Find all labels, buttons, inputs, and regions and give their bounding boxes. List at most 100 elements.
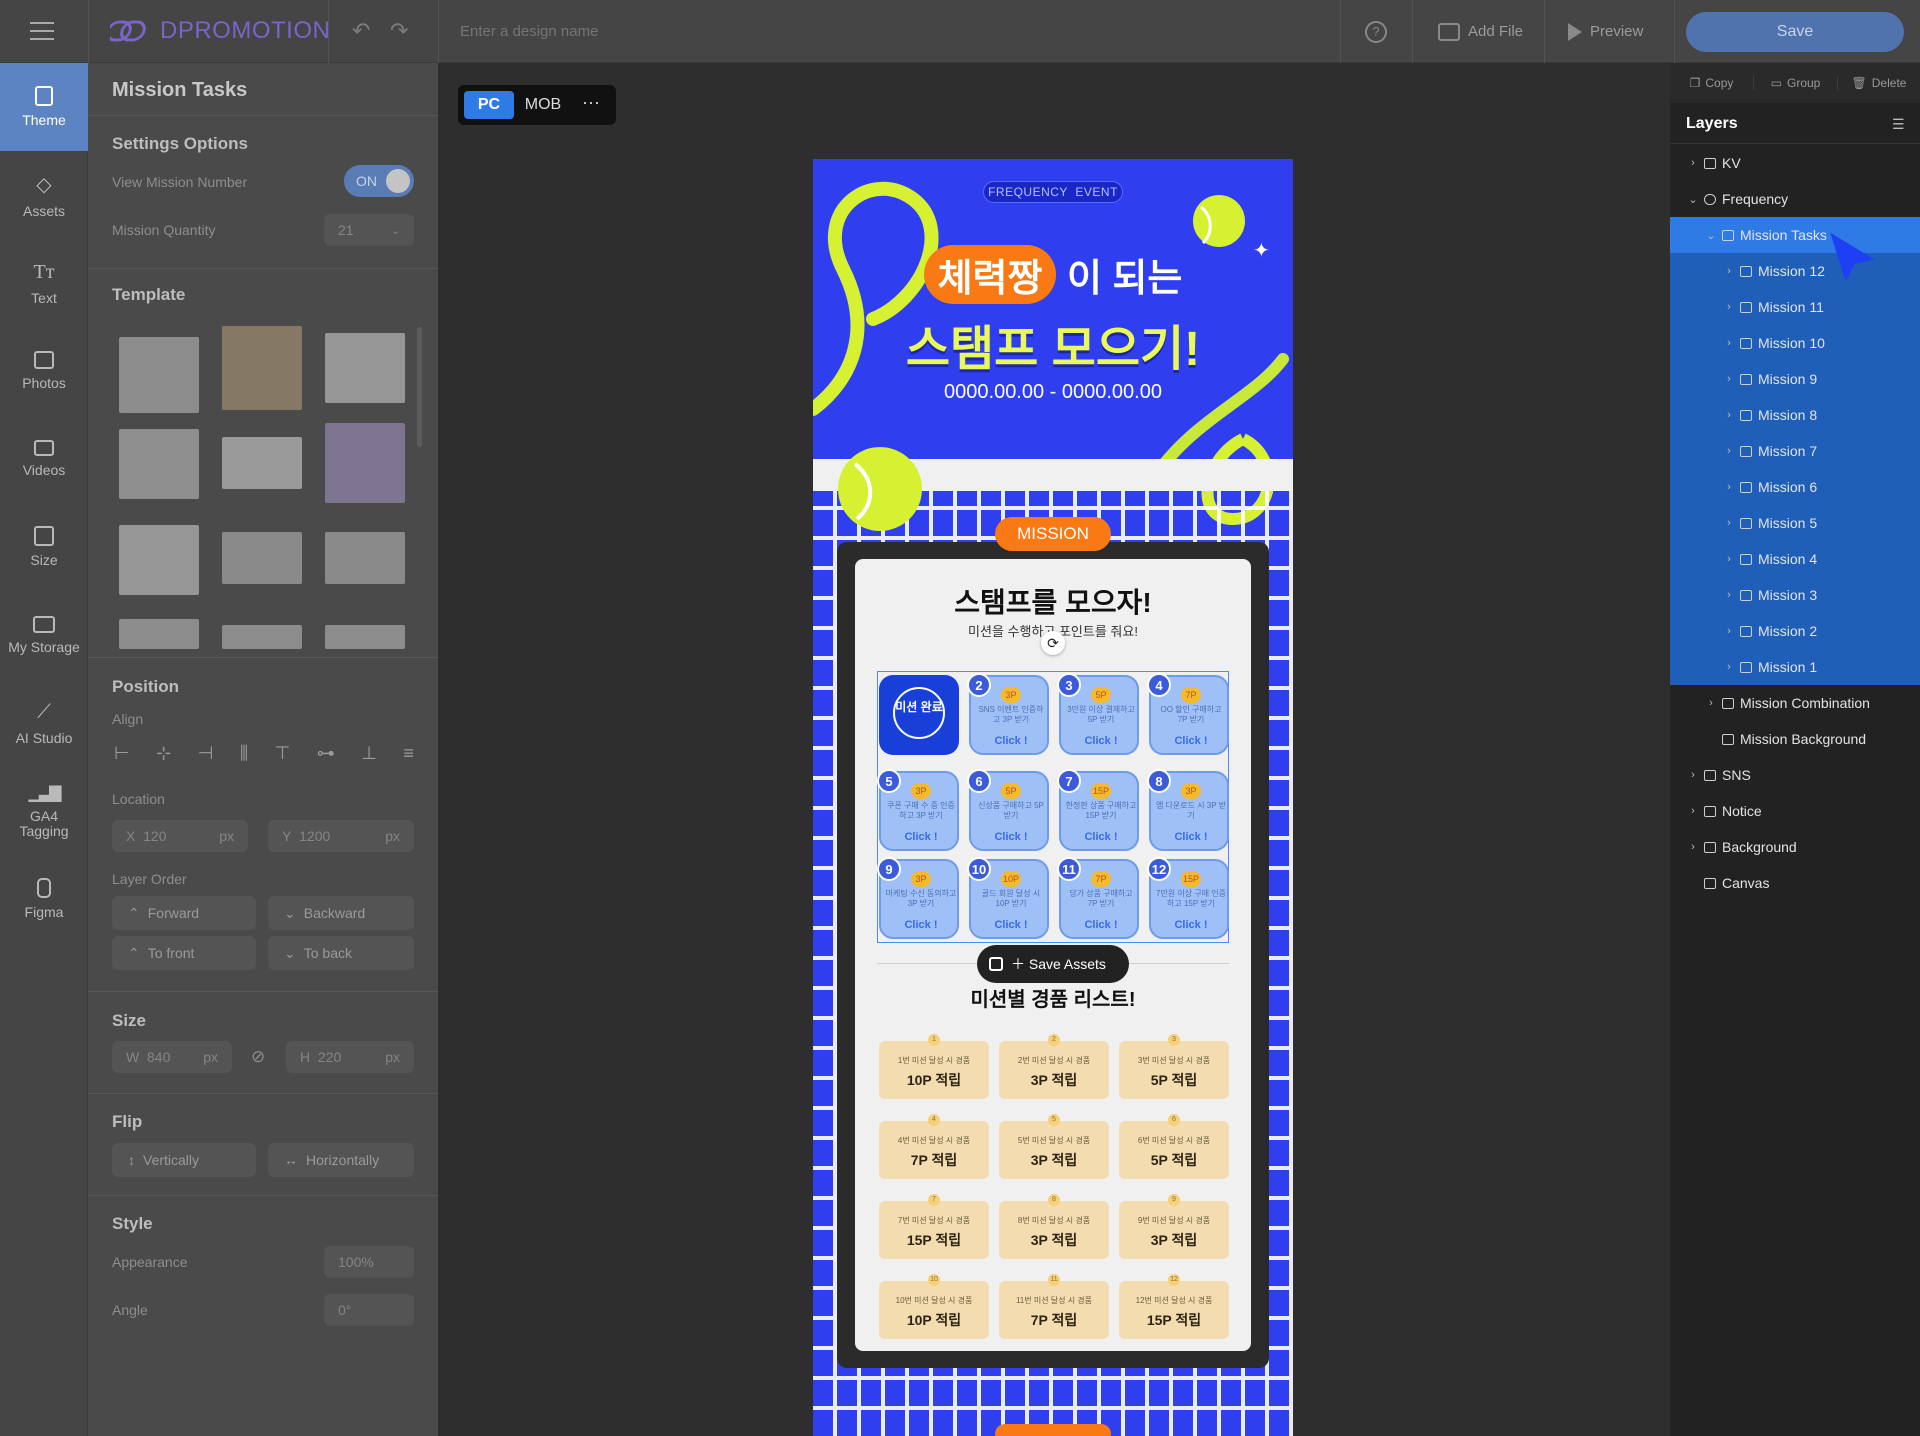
- angle-field[interactable]: 0°: [324, 1294, 414, 1326]
- layer-row[interactable]: › Mission 2: [1670, 613, 1920, 649]
- align-center-h-icon[interactable]: ⊹: [156, 743, 171, 767]
- chevron-right-icon[interactable]: ›: [1722, 589, 1736, 601]
- copy-button[interactable]: ❐ Copy: [1670, 76, 1754, 90]
- layer-row[interactable]: › SNS: [1670, 757, 1920, 793]
- layer-row[interactable]: Canvas: [1670, 865, 1920, 901]
- layer-row[interactable]: › Notice: [1670, 793, 1920, 829]
- chevron-right-icon[interactable]: ›: [1722, 625, 1736, 637]
- chevron-right-icon[interactable]: ›: [1722, 661, 1736, 673]
- height-field[interactable]: H 220 px: [286, 1041, 414, 1073]
- layers-menu-icon[interactable]: ☰: [1892, 116, 1905, 133]
- menu-icon[interactable]: [30, 20, 54, 42]
- rail-ga4-tagging[interactable]: ▁▃▇ GA4 Tagging: [0, 767, 88, 855]
- template-thumb[interactable]: [222, 437, 302, 489]
- template-thumb[interactable]: [119, 337, 199, 413]
- layer-row[interactable]: › Mission 12: [1670, 253, 1920, 289]
- mission-cell[interactable]: 9 3P 마케팅 수신 동의하고 3P 받기 Click !: [877, 857, 959, 939]
- mission-cell[interactable]: 11 7P 당가 상품 구매하고 7P 받기 Click !: [1057, 857, 1139, 939]
- redo-icon[interactable]: ↷: [390, 18, 408, 44]
- chevron-right-icon[interactable]: ›: [1722, 409, 1736, 421]
- rail-assets[interactable]: ◇ Assets: [0, 151, 88, 239]
- flip-horizontally-button[interactable]: ↔ Horizontally: [268, 1143, 414, 1177]
- template-thumb[interactable]: [119, 525, 199, 595]
- chevron-right-icon[interactable]: ›: [1686, 769, 1700, 781]
- rail-photos[interactable]: Photos: [0, 327, 88, 415]
- to-back-button[interactable]: ⌄ To back: [268, 936, 414, 970]
- align-left-icon[interactable]: ⊢: [114, 743, 130, 767]
- device-pc-button[interactable]: PC: [464, 91, 514, 119]
- mission-cell[interactable]: 7 15P 한정판 상품 구매하고 15P 받기 Click !: [1057, 769, 1139, 851]
- forward-button[interactable]: ⌃ Forward: [112, 896, 256, 930]
- layer-row[interactable]: › Mission 10: [1670, 325, 1920, 361]
- layer-row[interactable]: › Mission 9: [1670, 361, 1920, 397]
- chevron-right-icon[interactable]: ›: [1686, 841, 1700, 853]
- template-thumb[interactable]: [325, 532, 405, 584]
- template-thumb[interactable]: [325, 625, 405, 649]
- distribute-h-icon[interactable]: ⫼: [240, 743, 248, 767]
- chevron-right-icon[interactable]: ›: [1686, 805, 1700, 817]
- chevron-right-icon[interactable]: ›: [1686, 157, 1700, 169]
- mission-quantity-select[interactable]: 21 ⌄: [324, 214, 414, 246]
- chevron-right-icon[interactable]: ›: [1722, 553, 1736, 565]
- x-field[interactable]: X 120 px: [112, 820, 248, 852]
- chevron-right-icon[interactable]: ›: [1722, 517, 1736, 529]
- chevron-right-icon[interactable]: ›: [1722, 337, 1736, 349]
- mission-cell[interactable]: 5 3P 쿠폰 구매 수 증 인증하고 3P 받기 Click !: [877, 769, 959, 851]
- align-right-icon[interactable]: ⊣: [198, 743, 214, 767]
- design-artboard[interactable]: ✦ FREQUENCY EVENT 체력짱 이 되는 스탬프 모으기! 0000…: [813, 159, 1293, 1436]
- template-thumb[interactable]: [119, 429, 199, 499]
- layer-row[interactable]: › Mission 3: [1670, 577, 1920, 613]
- template-thumb[interactable]: [222, 532, 302, 584]
- chevron-right-icon[interactable]: ›: [1722, 373, 1736, 385]
- mission-completed-stamp[interactable]: 미션 완료: [879, 675, 959, 755]
- rotate-handle-icon[interactable]: ⟳: [1041, 631, 1065, 655]
- panel-scrollbar[interactable]: [417, 327, 422, 447]
- chevron-right-icon[interactable]: ›: [1722, 265, 1736, 277]
- layer-row[interactable]: › Mission 4: [1670, 541, 1920, 577]
- preview-button[interactable]: Preview: [1568, 0, 1643, 63]
- rail-theme[interactable]: Theme: [0, 63, 88, 151]
- align-bottom-icon[interactable]: ⊥: [361, 743, 377, 767]
- y-field[interactable]: Y 1200 px: [268, 820, 414, 852]
- mission-cell[interactable]: 6 5P 신상품 구매하고 5P 받기 Click !: [967, 769, 1049, 851]
- undo-icon[interactable]: ↶: [352, 18, 370, 44]
- layer-row[interactable]: › Mission 8: [1670, 397, 1920, 433]
- template-thumb[interactable]: [325, 423, 405, 503]
- chevron-right-icon[interactable]: ›: [1722, 301, 1736, 313]
- lock-icon[interactable]: [989, 957, 1003, 971]
- rail-size[interactable]: Size: [0, 503, 88, 591]
- layer-row[interactable]: › Background: [1670, 829, 1920, 865]
- template-thumb[interactable]: [222, 625, 302, 649]
- mission-cell[interactable]: 12 15P 7만원 이상 구매 인증하고 15P 받기 Click !: [1147, 857, 1229, 939]
- layer-row[interactable]: › KV: [1670, 145, 1920, 181]
- rail-videos[interactable]: Videos: [0, 415, 88, 503]
- width-field[interactable]: W 840 px: [112, 1041, 232, 1073]
- layer-row[interactable]: › Mission 11: [1670, 289, 1920, 325]
- template-thumb[interactable]: [325, 333, 405, 403]
- backward-button[interactable]: ⌄ Backward: [268, 896, 414, 930]
- chevron-down-icon[interactable]: ⌄: [1686, 193, 1700, 206]
- align-top-icon[interactable]: ⊤: [275, 743, 291, 767]
- design-name-input[interactable]: [460, 16, 1060, 46]
- layer-row[interactable]: ⌄ Mission Tasks: [1670, 217, 1920, 253]
- chevron-right-icon[interactable]: ›: [1722, 481, 1736, 493]
- layer-row[interactable]: › Mission 5: [1670, 505, 1920, 541]
- rail-my-storage[interactable]: My Storage: [0, 591, 88, 679]
- save-assets-button[interactable]: ＋ Save Assets: [1011, 954, 1106, 974]
- appearance-field[interactable]: 100%: [324, 1246, 414, 1278]
- help-icon[interactable]: ?: [1365, 21, 1387, 43]
- save-button[interactable]: Save: [1686, 12, 1904, 52]
- to-front-button[interactable]: ⌃ To front: [112, 936, 256, 970]
- chevron-right-icon[interactable]: ›: [1704, 697, 1718, 709]
- rail-figma[interactable]: Figma: [0, 855, 88, 943]
- flip-vertically-button[interactable]: ↕ Vertically: [112, 1143, 256, 1177]
- chevron-down-icon[interactable]: ⌄: [1704, 229, 1718, 242]
- mission-cell[interactable]: 3 5P 3만원 이상 결제하고 5P 받기 Click !: [1057, 673, 1139, 755]
- group-button[interactable]: ▭ Group: [1754, 76, 1838, 90]
- layer-row[interactable]: ⌄ Frequency: [1670, 181, 1920, 217]
- template-thumb[interactable]: [222, 326, 302, 410]
- layer-row[interactable]: › Mission 1: [1670, 649, 1920, 685]
- layer-row[interactable]: › Mission 6: [1670, 469, 1920, 505]
- device-mob-button[interactable]: MOB: [518, 91, 568, 119]
- unlink-ratio-icon[interactable]: ⊘: [251, 1047, 265, 1067]
